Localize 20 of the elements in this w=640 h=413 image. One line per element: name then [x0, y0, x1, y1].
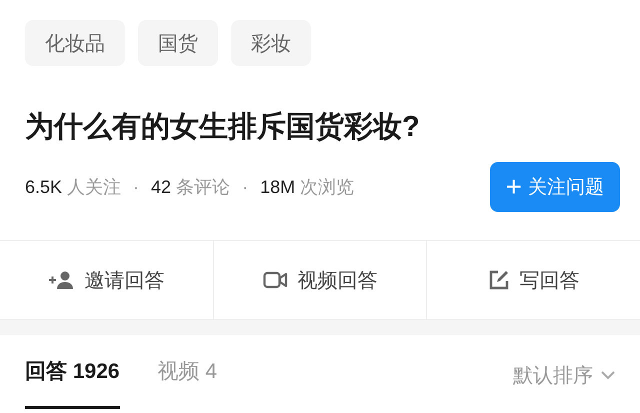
stat-count: 6.5K [25, 176, 62, 198]
answer-tab[interactable]: 视频 4 [158, 335, 218, 409]
separator-dot: · [242, 176, 248, 198]
add-person-icon [48, 270, 74, 290]
stat-caption: 人关注 [67, 176, 122, 199]
edit-icon [488, 269, 510, 291]
stat-count: 18M [260, 176, 296, 198]
topic-tag[interactable]: 化妆品 [25, 20, 125, 66]
chevron-down-icon [601, 370, 615, 380]
question-title: 为什么有的女生排斥国货彩妆? [25, 110, 421, 145]
video-camera-icon [262, 270, 288, 290]
stat-count: 42 [151, 176, 172, 198]
stat-caption: 条评论 [176, 176, 230, 199]
sort-dropdown[interactable]: 默认排序 [513, 335, 615, 413]
topic-tag[interactable]: 彩妆 [231, 20, 311, 66]
stat-caption: 次浏览 [300, 176, 354, 199]
answer-tab[interactable]: 回答 1926 [25, 335, 120, 409]
follow-question-button[interactable]: + 关注问题 [490, 162, 620, 212]
topic-tag[interactable]: 国货 [138, 20, 218, 66]
separator-dot: · [133, 176, 140, 198]
